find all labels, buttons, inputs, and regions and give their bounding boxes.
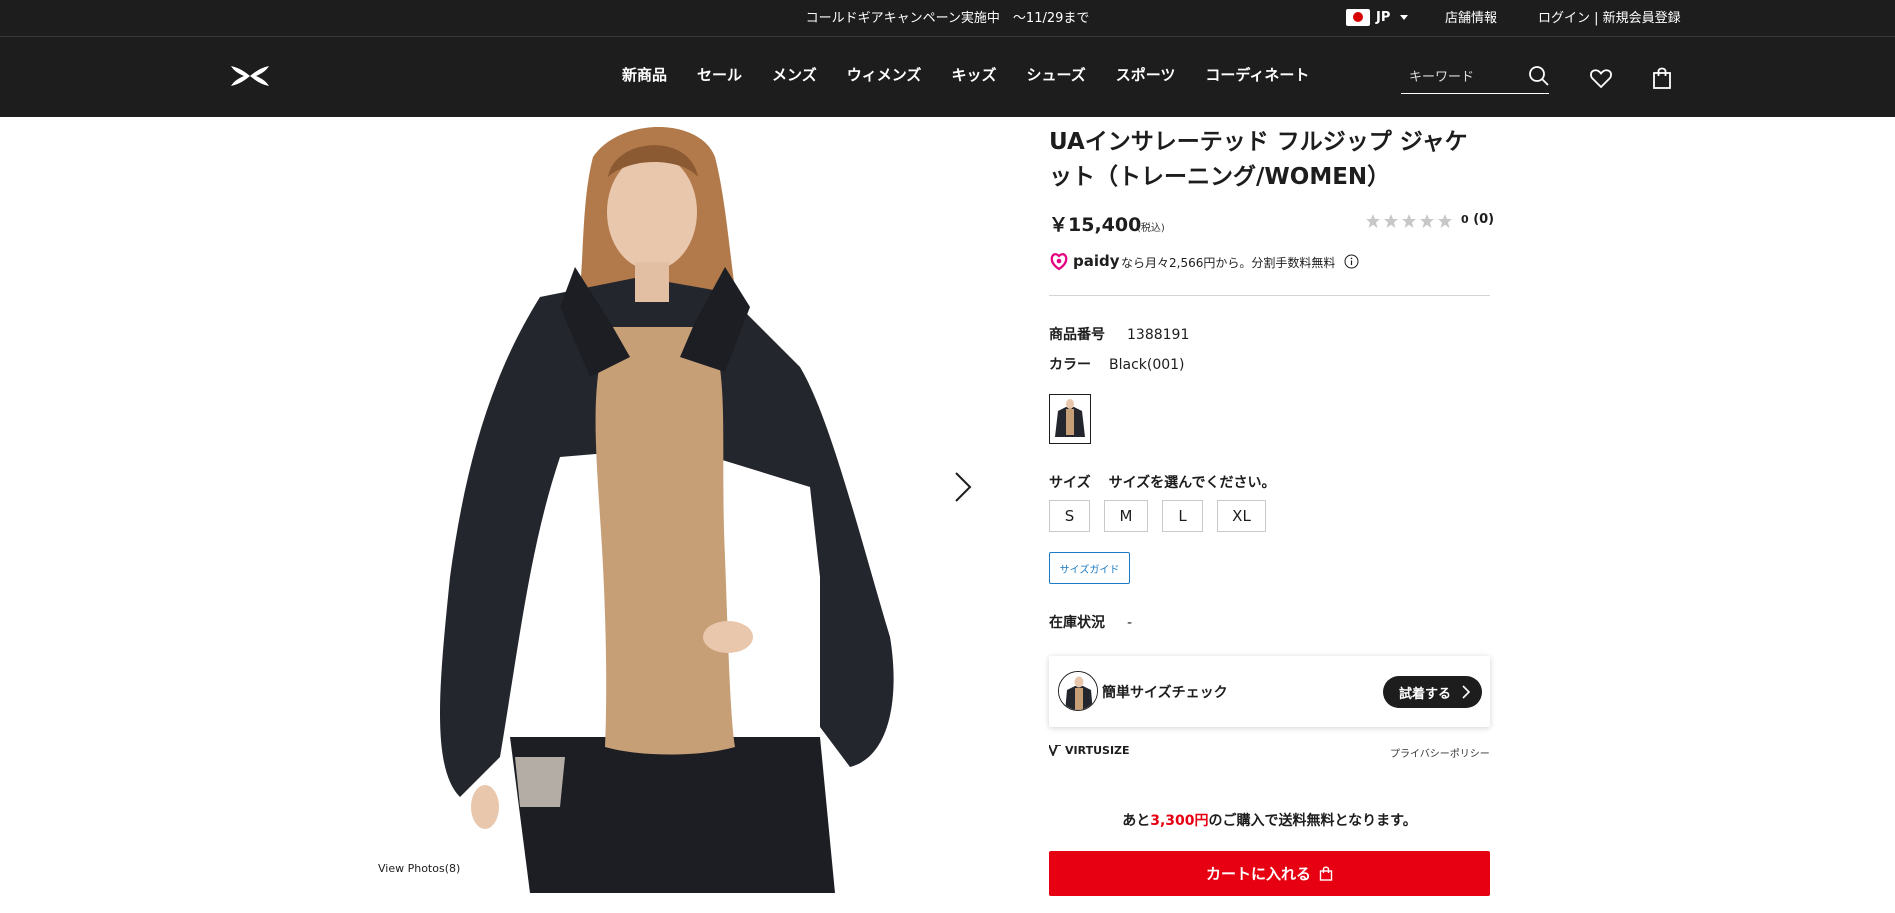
under-armour-logo-icon[interactable] [228, 63, 272, 89]
nav-item-kids[interactable]: キッズ [951, 64, 996, 85]
rating-summary[interactable]: 0 (0) [1461, 212, 1494, 227]
virtusize-widget: 簡単サイズチェック 試着する [1049, 656, 1490, 727]
main-nav: 新商品 セール メンズ ウィメンズ キッズ シューズ スポーツ コーディネート [622, 64, 1339, 85]
sku-value: 1388191 [1127, 327, 1190, 343]
try-on-label: 試着する [1399, 686, 1452, 702]
star-icon [1402, 214, 1416, 228]
virtusize-brand-text: VIRTUSIZE [1065, 744, 1130, 757]
sku-label: 商品番号 [1049, 327, 1105, 343]
star-icon [1438, 214, 1452, 228]
region-label: JP [1376, 9, 1391, 25]
size-label: サイズ [1049, 475, 1091, 491]
shipping-suffix: のご購入で送料無料となります。 [1208, 813, 1417, 829]
paidy-badge[interactable]: paidy [1049, 251, 1120, 271]
announcement-bar: コールドギアキャンペーン実施中 〜11/29まで JP 店舗情報 ログイン | … [0, 0, 1895, 37]
search-input[interactable] [1409, 66, 1509, 88]
store-info-link[interactable]: 店舗情報 [1445, 7, 1497, 26]
virtusize-logo-icon [1049, 745, 1061, 756]
info-icon[interactable] [1344, 254, 1359, 269]
nav-item-sports[interactable]: スポーツ [1116, 64, 1176, 85]
view-photos-link[interactable]: View Photos(8) [378, 862, 460, 875]
nav-item-coordinate[interactable]: コーディネート [1205, 64, 1309, 85]
shopping-bag-icon[interactable] [1650, 66, 1674, 90]
size-options: S M L XL [1049, 500, 1266, 532]
product-main-image[interactable] [380, 117, 960, 893]
login-register-link[interactable]: ログイン | 新規会員登録 [1538, 7, 1681, 26]
try-on-button[interactable]: 試着する [1383, 676, 1482, 708]
add-to-cart-button[interactable]: カートに入れる [1049, 851, 1490, 896]
tax-note: (税込) [1137, 223, 1165, 234]
review-count: (0) [1473, 212, 1495, 227]
shipping-prefix: あと [1122, 813, 1151, 829]
product-title: UAインサレーテッド フルジップ ジャケット（トレーニング/WOMEN） [1049, 129, 1468, 190]
region-selector[interactable]: JP [1346, 7, 1409, 27]
size-option-l[interactable]: L [1162, 500, 1203, 532]
stock-row: 在庫状況 - [1049, 612, 1132, 632]
paidy-installment-text: なら月々2,566円から。分割手数料無料 [1121, 256, 1336, 270]
virtusize-label: 簡単サイズチェック [1102, 685, 1228, 701]
chevron-down-icon [1400, 14, 1409, 20]
size-row: サイズ サイズを選んでください。 [1049, 472, 1275, 492]
color-swatch-black[interactable] [1049, 394, 1091, 444]
size-option-s[interactable]: S [1049, 500, 1090, 532]
paidy-logo-icon [1050, 253, 1068, 271]
next-image-arrow-icon[interactable] [953, 470, 973, 504]
search-box [1401, 60, 1549, 94]
product-price: ￥15,400 [1049, 214, 1142, 236]
virtusize-avatar [1058, 671, 1098, 711]
star-icon [1384, 214, 1398, 228]
color-label: カラー [1049, 357, 1091, 373]
japan-flag-icon [1346, 8, 1370, 26]
size-guide-button[interactable]: サイズガイド [1049, 552, 1130, 584]
nav-item-sale[interactable]: セール [697, 64, 742, 85]
divider [1049, 295, 1490, 296]
virtusize-brand: VIRTUSIZE [1049, 744, 1130, 757]
swatch-thumbnail [1052, 397, 1088, 441]
color-value: Black(001) [1109, 357, 1185, 373]
site-header: 新商品 セール メンズ ウィメンズ キッズ シューズ スポーツ コーディネート [0, 37, 1895, 117]
star-icon [1420, 214, 1434, 228]
privacy-policy-link[interactable]: プライバシーポリシー [1390, 745, 1490, 760]
size-option-xl[interactable]: XL [1217, 500, 1266, 532]
shopping-bag-icon [1319, 866, 1333, 881]
nav-item-mens[interactable]: メンズ [772, 64, 817, 85]
stock-value: - [1127, 615, 1133, 631]
star-icon [1366, 214, 1380, 228]
paidy-brand: paidy [1073, 252, 1120, 270]
rating-value: 0 [1461, 213, 1469, 226]
nav-item-new[interactable]: 新商品 [622, 64, 667, 85]
nav-item-shoes[interactable]: シューズ [1026, 64, 1085, 85]
shipping-amount: 3,300円 [1150, 813, 1209, 829]
color-row: カラー Black(001) [1049, 354, 1185, 374]
nav-item-womens[interactable]: ウィメンズ [847, 64, 922, 85]
size-prompt: サイズを選んでください。 [1108, 475, 1276, 491]
rating-stars[interactable] [1365, 213, 1453, 229]
free-shipping-message: あと3,300円のご購入で送料無料となります。 [1049, 810, 1490, 830]
heart-icon[interactable] [1589, 66, 1613, 90]
size-option-m[interactable]: M [1104, 500, 1148, 532]
search-icon[interactable] [1528, 65, 1550, 87]
chevron-right-icon [1462, 685, 1470, 699]
add-to-cart-label: カートに入れる [1205, 865, 1311, 883]
sku-row: 商品番号 1388191 [1049, 324, 1189, 344]
stock-label: 在庫状況 [1049, 615, 1105, 631]
